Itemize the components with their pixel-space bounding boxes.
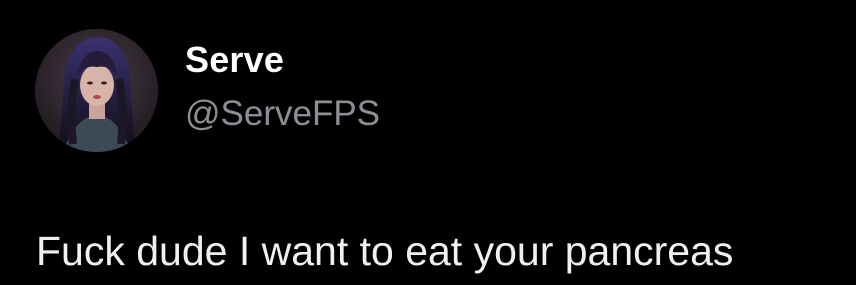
tweet-text: Fuck dude I want to eat your pancreas xyxy=(36,228,734,274)
avatar[interactable] xyxy=(35,29,158,152)
display-name[interactable]: Serve xyxy=(185,42,284,78)
tweet-card: Serve @ServeFPS Fuck dude I want to eat … xyxy=(0,0,856,285)
profile-photo-icon xyxy=(35,29,158,152)
user-handle[interactable]: @ServeFPS xyxy=(185,96,380,131)
